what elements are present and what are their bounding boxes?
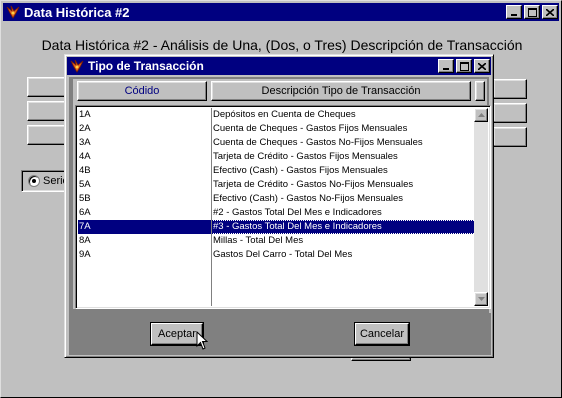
dialog-maximize-button[interactable] <box>456 59 472 73</box>
row-code: 4A <box>79 151 91 162</box>
column-header-description[interactable]: Descripción Tipo de Transacción <box>211 81 471 101</box>
close-icon <box>546 8 554 16</box>
row-code: 4B <box>79 165 91 176</box>
row-code: 3A <box>79 137 91 148</box>
transaction-type-dialog: Tipo de Transacción Códido Descripción T… <box>64 54 494 358</box>
table-row[interactable]: 8A Millas - Total Del Mes <box>78 234 476 248</box>
dialog-body: Códido Descripción Tipo de Transacción 1… <box>69 77 491 355</box>
row-description: Efectivo (Cash) - Gastos No-Fijos Mensua… <box>211 192 476 206</box>
transaction-grid: Códido Descripción Tipo de Transacción 1… <box>73 79 491 309</box>
app-bird-icon <box>6 5 20 19</box>
dialog-footer: Aceptar Cancelar <box>69 313 491 355</box>
table-row[interactable]: 5B Efectivo (Cash) - Gastos No-Fijos Mens… <box>78 192 476 206</box>
row-description: Cuenta de Cheques - Gastos Fijos Mensual… <box>211 122 476 136</box>
table-row[interactable]: 5A Tarjeta de Crédito - Gastos No-Fijos M… <box>78 178 476 192</box>
vertical-scrollbar[interactable] <box>474 108 488 306</box>
radio-dot-icon <box>28 175 40 187</box>
background-button-left-1[interactable] <box>27 77 69 97</box>
background-button-right-1[interactable] <box>493 79 527 99</box>
transaction-list[interactable]: 1A Depósitos en Cuenta de Cheques 2A Cuenta… <box>75 105 491 309</box>
dialog-bird-icon <box>70 59 84 73</box>
table-row[interactable]: 7A #3 - Gastos Total Del Mes e Indicadore… <box>78 220 476 234</box>
background-button-right-2[interactable] <box>493 103 527 123</box>
table-row[interactable]: 3A Cuenta de Cheques - Gastos No-Fijos Me… <box>78 136 476 150</box>
row-code: 5B <box>79 193 91 204</box>
minimize-icon <box>511 13 517 16</box>
row-code: 1A <box>79 109 91 120</box>
minimize-button[interactable] <box>506 5 522 19</box>
table-row[interactable]: 4A Tarjeta de Crédito - Gastos Fijos Mens… <box>78 150 476 164</box>
arrow-up-icon <box>477 113 485 117</box>
main-titlebar[interactable]: Data Histórica #2 <box>3 3 559 21</box>
background-button-right-3[interactable] <box>493 127 527 147</box>
maximize-button[interactable] <box>524 5 540 19</box>
column-header-code[interactable]: Códido <box>77 81 207 101</box>
row-code: 6A <box>79 207 91 218</box>
column-header-extra[interactable] <box>475 81 485 101</box>
dialog-minimize-button[interactable] <box>438 59 454 73</box>
maximize-icon <box>459 61 469 71</box>
dialog-title: Tipo de Transacción <box>88 59 204 73</box>
close-icon <box>478 62 486 70</box>
transaction-rows: 1A Depósitos en Cuenta de Cheques 2A Cuenta… <box>78 108 476 306</box>
arrow-down-icon <box>477 297 485 301</box>
mouse-pointer-icon <box>196 331 208 350</box>
close-button[interactable] <box>542 5 558 19</box>
background-button-left-2[interactable] <box>27 101 69 121</box>
page-heading: Data Histórica #2 - Análisis de Una, (Do… <box>41 37 523 53</box>
dialog-titlebar[interactable]: Tipo de Transacción <box>67 57 491 75</box>
cancel-button[interactable]: Cancelar <box>355 323 409 345</box>
table-row[interactable]: 6A #2 - Gastos Total Del Mes e Indicadore… <box>78 206 476 220</box>
background-button-left-3[interactable] <box>27 125 69 145</box>
row-description: Efectivo (Cash) - Gastos Fijos Mensuales <box>211 164 476 178</box>
scroll-down-button[interactable] <box>474 292 488 306</box>
dialog-close-button[interactable] <box>474 59 490 73</box>
row-code: 7A <box>79 221 91 232</box>
column-divider <box>211 108 212 306</box>
row-code: 2A <box>79 123 91 134</box>
table-row[interactable]: 2A Cuenta de Cheques - Gastos Fijos Mensu… <box>78 122 476 136</box>
row-description: Depósitos en Cuenta de Cheques <box>211 108 476 122</box>
row-description: Millas - Total Del Mes <box>211 234 476 248</box>
grid-header: Códido Descripción Tipo de Transacción <box>73 79 487 103</box>
row-description: #3 - Gastos Total Del Mes e Indicadores <box>211 220 476 234</box>
table-row[interactable]: 4B Efectivo (Cash) - Gastos Fijos Mensual… <box>78 164 476 178</box>
minimize-icon <box>443 67 449 70</box>
row-description: Gastos Del Carro - Total Del Mes <box>211 248 476 262</box>
maximize-icon <box>527 7 537 17</box>
row-description: Cuenta de Cheques - Gastos No-Fijos Mens… <box>211 136 476 150</box>
row-code: 8A <box>79 235 91 246</box>
row-description: Tarjeta de Crédito - Gastos No-Fijos Men… <box>211 178 476 192</box>
row-description: Tarjeta de Crédito - Gastos Fijos Mensua… <box>211 150 476 164</box>
table-row[interactable]: 9A Gastos Del Carro - Total Del Mes <box>78 248 476 262</box>
table-row[interactable]: 1A Depósitos en Cuenta de Cheques <box>78 108 476 122</box>
main-window-title: Data Histórica #2 <box>24 4 130 20</box>
row-code: 5A <box>79 179 91 190</box>
row-description: #2 - Gastos Total Del Mes e Indicadores <box>211 206 476 220</box>
row-code: 9A <box>79 249 91 260</box>
scroll-up-button[interactable] <box>474 108 488 122</box>
